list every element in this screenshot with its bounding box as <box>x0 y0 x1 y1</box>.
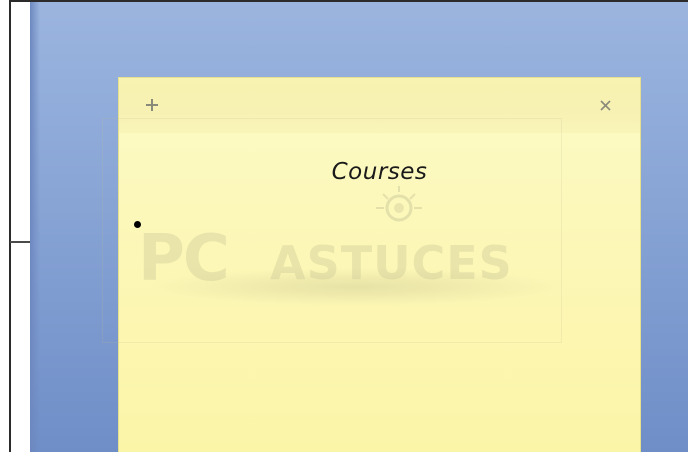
sticky-note-header[interactable] <box>119 78 640 133</box>
note-title: Courses <box>331 159 428 185</box>
close-note-button[interactable] <box>592 92 618 118</box>
bullet-icon <box>134 221 141 228</box>
desktop-edge-shade <box>30 2 40 452</box>
close-icon <box>599 99 611 111</box>
sticky-note-body[interactable]: Courses <box>119 133 640 453</box>
left-border-line <box>9 0 11 452</box>
left-panel <box>0 0 30 452</box>
sticky-note[interactable]: Courses <box>118 77 641 452</box>
left-divider-tick <box>10 241 32 243</box>
plus-icon <box>146 99 158 111</box>
add-note-button[interactable] <box>139 92 165 118</box>
